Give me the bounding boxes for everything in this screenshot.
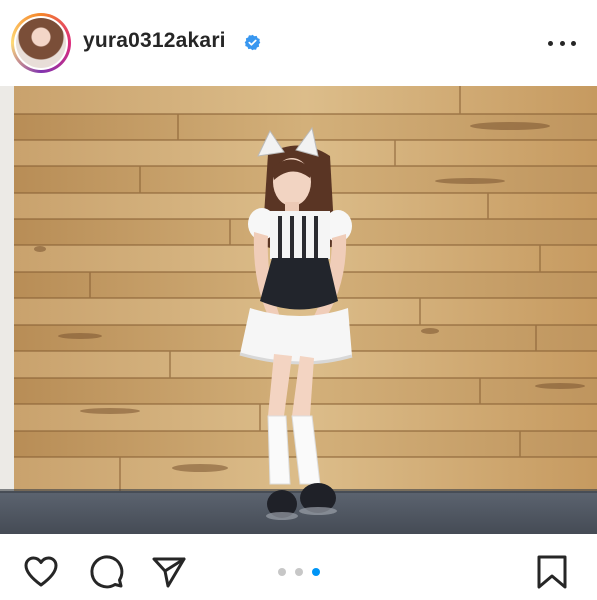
carousel-dot[interactable] (295, 568, 303, 576)
heart-icon[interactable] (23, 554, 59, 590)
more-dot (571, 40, 576, 46)
post-photo[interactable] (0, 86, 597, 534)
carousel-dot[interactable] (278, 568, 286, 576)
verified-badge-icon (244, 34, 261, 51)
carousel-dot-active[interactable] (312, 568, 320, 576)
more-options-button[interactable] (548, 34, 576, 52)
carousel-indicator (278, 567, 320, 577)
post-header: yura0312akari (0, 0, 597, 86)
comment-icon[interactable] (88, 554, 124, 590)
username[interactable]: yura0312akari (83, 29, 226, 53)
more-dot (548, 40, 553, 46)
send-icon[interactable] (151, 554, 187, 590)
photo-illustration (0, 86, 597, 534)
instagram-post: yura0312akari (0, 0, 597, 600)
more-dot (559, 40, 565, 46)
avatar-image (16, 18, 66, 68)
bookmark-icon[interactable] (534, 554, 570, 590)
avatar[interactable] (11, 13, 71, 73)
